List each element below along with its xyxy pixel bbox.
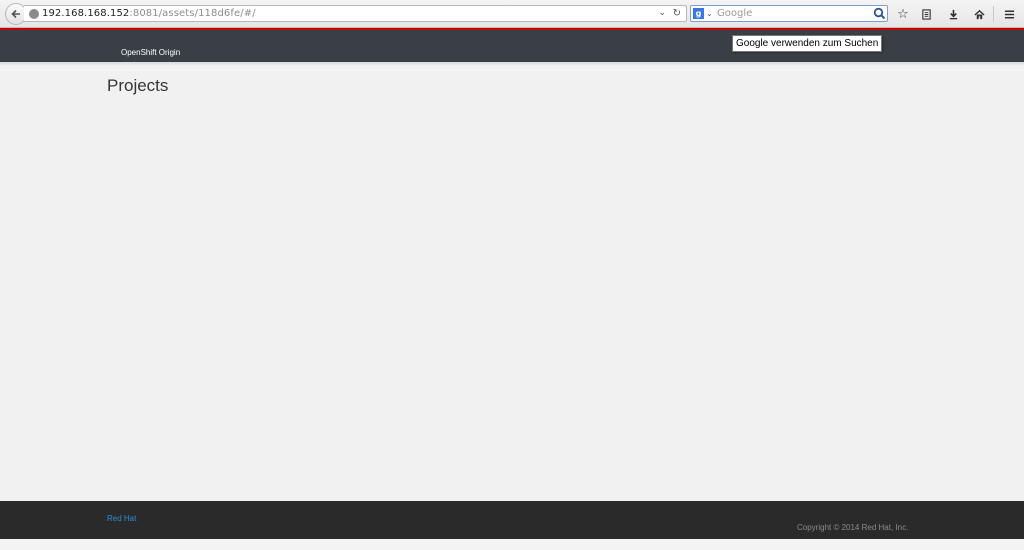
url-text: 192.168.168.152:8081/assets/118d6fe/#/ (42, 6, 256, 21)
navbar-shadow (0, 62, 1024, 66)
bottom-strip (0, 539, 1024, 550)
reading-list-icon[interactable] (916, 4, 936, 24)
toolbar-separator (993, 6, 994, 22)
back-arrow-icon (11, 9, 20, 19)
menu-icon[interactable] (999, 4, 1019, 24)
url-bar[interactable]: 192.168.168.152:8081/assets/118d6fe/#/ ⌄… (24, 5, 687, 22)
bookmark-star-icon[interactable]: ☆ (893, 4, 913, 24)
reload-icon[interactable]: ↻ (673, 6, 681, 21)
footer-link-red-hat[interactable]: Red Hat (107, 514, 136, 523)
search-tooltip: Google verwenden zum Suchen (732, 35, 883, 52)
url-host: 192.168.168.152 (42, 8, 130, 19)
search-placeholder: Google (717, 8, 753, 19)
browser-toolbar: 192.168.168.152:8081/assets/118d6fe/#/ ⌄… (0, 0, 1024, 28)
search-engine-dropdown-icon[interactable]: ⌄ (706, 6, 713, 21)
dropdown-icon[interactable]: ⌄ (658, 6, 666, 21)
page-title: Projects (107, 76, 169, 95)
search-bar[interactable]: g ⌄ Google (690, 5, 888, 22)
search-icon[interactable] (873, 7, 886, 20)
footer: Red Hat Copyright © 2014 Red Hat, Inc. (0, 501, 1024, 539)
globe-icon (29, 9, 39, 19)
google-icon[interactable]: g (693, 8, 704, 19)
home-icon[interactable] (969, 4, 989, 24)
copyright-text: Copyright © 2014 Red Hat, Inc. (797, 523, 909, 532)
url-path: :8081/assets/118d6fe/#/ (129, 8, 256, 19)
downloads-icon[interactable] (943, 4, 963, 24)
brand-link[interactable]: OpenShift Origin (121, 48, 180, 57)
